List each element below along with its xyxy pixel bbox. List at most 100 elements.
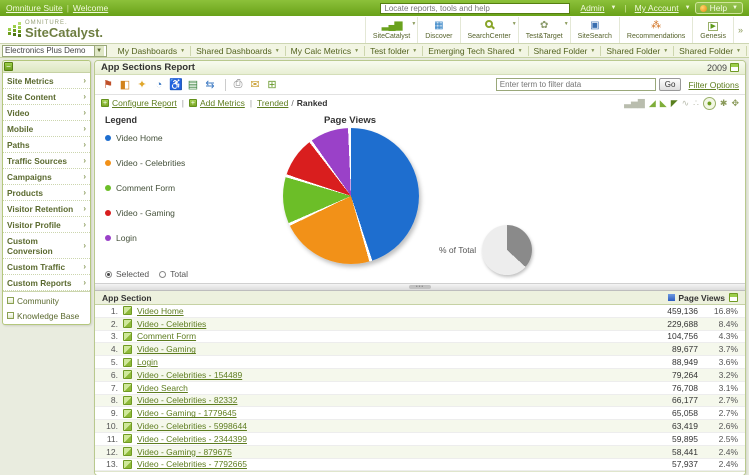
admin-menu[interactable]: Admin [580,3,604,13]
sidebar-item-visitor-profile[interactable]: Visitor Profile› [3,217,90,233]
report-builder-icon[interactable]: ⊞ [265,78,279,92]
bar-chart-icon[interactable]: ▃▅▇ [624,97,645,109]
exchange-icon[interactable]: ⇆ [203,78,217,92]
collapse-sidebar-button[interactable]: − [4,62,13,71]
calendar-icon[interactable] [730,63,739,72]
legend-item-video-gaming[interactable]: Video - Gaming [105,208,243,218]
sidebar-item-custom-traffic[interactable]: Custom Traffic› [3,259,90,275]
pie-chart[interactable] [283,128,419,264]
suite-button-sitesearch[interactable]: ▣ SiteSearch [570,17,619,43]
suite-button-sitecatalyst[interactable]: ▂▄▆ SiteCatalyst ▼ [365,17,417,43]
welcome-link[interactable]: Welcome [73,3,108,13]
email-icon[interactable]: ✉ [248,78,262,92]
row-link[interactable]: Video - Gaming [137,344,196,354]
table-row[interactable]: 7.Video Search76,7083.1% [95,382,745,395]
table-row[interactable]: 11.Video - Celebrities - 234439959,8952.… [95,433,745,446]
legend-item-comment-form[interactable]: Comment Form [105,183,243,193]
row-link[interactable]: Video Search [137,383,188,393]
folder-menu-test-folder-3[interactable]: Test folder▼ [365,46,423,56]
print-icon[interactable]: ⎙ [231,78,245,92]
pie-chart-icon[interactable]: ● [703,97,716,110]
folder-menu-shared-dashboards-1[interactable]: Shared Dashboards▼ [191,46,286,56]
sidebar-item-traffic-sources[interactable]: Traffic Sources› [3,153,90,169]
table-row[interactable]: 4.Video - Gaming89,6773.7% [95,343,745,356]
report-suite-selector[interactable]: Electronics Plus Demo ▼ [2,45,107,57]
folder-menu-emerging-tech-shared-4[interactable]: Emerging Tech Shared▼ [423,46,528,56]
sidebar-item-knowledge-base[interactable]: Knowledge Base [3,308,90,323]
scatter-chart-icon[interactable]: ∴ [693,97,699,109]
table-row[interactable]: 1.Video Home459,13616.8% [95,305,745,318]
folder-menu-my-calc-metrics-2[interactable]: My Calc Metrics▼ [286,46,365,56]
go-button[interactable]: Go [659,78,682,91]
global-search-input[interactable] [380,3,570,14]
stacked-area-chart-icon[interactable]: ◤ [671,97,678,109]
accessibility-icon[interactable]: ♿ [169,78,183,92]
row-link[interactable]: Video - Gaming - 879675 [137,447,232,457]
line-chart-icon[interactable]: ∿ [682,97,690,109]
sidebar-item-custom-conversion[interactable]: Custom Conversion› [3,233,90,259]
chart-table-splitter[interactable]: ••• [95,283,745,291]
suite-button-genesis[interactable]: ▶ Genesis [692,17,734,43]
table-row[interactable]: 5.Login88,9493.6% [95,356,745,369]
row-link[interactable]: Video - Celebrities - 5998644 [137,421,247,431]
sidebar-item-paths[interactable]: Paths› [3,137,90,153]
sidebar-item-site-metrics[interactable]: Site Metrics› [3,73,90,89]
more-chevron-icon[interactable]: » [738,25,743,35]
configure-report-link[interactable]: Configure Report [112,98,177,108]
sidebar-item-site-content[interactable]: Site Content› [3,89,90,105]
table-row[interactable]: 3.Comment Form104,7564.3% [95,331,745,344]
table-row[interactable]: 6.Video - Celebrities - 15448979,2643.2% [95,369,745,382]
suite-button-recommendations[interactable]: ⁂ Recommendations [619,17,692,43]
row-link[interactable]: Video - Celebrities - 2344399 [137,434,247,444]
dashboard-icon[interactable]: ◧ [118,78,132,92]
total-radio[interactable] [159,271,166,278]
row-link[interactable]: Video - Gaming - 1779645 [137,408,237,418]
add-metrics-link[interactable]: Add Metrics [200,98,245,108]
table-row[interactable]: 8.Video - Celebrities - 8233266,1772.7% [95,395,745,408]
sidebar-item-mobile[interactable]: Mobile› [3,121,90,137]
omniture-suite-link[interactable]: Omniture Suite [6,3,63,13]
row-link[interactable]: Video - Celebrities - 7792665 [137,459,247,469]
table-row[interactable]: 13.Video - Celebrities - 779266557,9372.… [95,459,745,472]
sidebar-item-custom-reports[interactable]: Custom Reports› [3,275,90,291]
sidebar-item-visitor-retention[interactable]: Visitor Retention› [3,201,90,217]
help-button[interactable]: Help ▼ [695,2,743,14]
ranked-label[interactable]: Ranked [297,98,328,108]
legend-item-video-home[interactable]: Video Home [105,133,243,143]
excel-icon[interactable]: ▤ [186,78,200,92]
trended-link[interactable]: Trended [257,98,288,108]
row-link[interactable]: Login [137,357,158,367]
suite-button-testandtarget[interactable]: ✿ Test&Target ▼ [518,17,570,43]
sidebar-item-community[interactable]: Community [3,293,90,308]
row-link[interactable]: Video - Celebrities - 82332 [137,395,238,405]
settings-gear-icon[interactable]: ✱ [720,97,728,109]
suite-button-searchcenter[interactable]: SearchCenter ▼ [460,17,518,43]
row-link[interactable]: Comment Form [137,331,196,341]
folder-menu-my-dashboards-0[interactable]: My Dashboards▼ [113,46,191,56]
bookmark-icon[interactable]: ⚑ [101,78,115,92]
expand-icon[interactable]: ✥ [731,97,739,109]
sidebar-item-video[interactable]: Video› [3,105,90,121]
selected-radio[interactable] [105,271,112,278]
folder-menu-shared-folder-7[interactable]: Shared Folder▼ [674,46,747,56]
filter-input[interactable] [496,78,656,91]
splitter-handle-icon[interactable]: ••• [409,285,431,289]
row-link[interactable]: Video - Celebrities - 154489 [137,370,242,380]
alert-icon[interactable]: ✦ [135,78,149,92]
folder-menu-shared-folder-5[interactable]: Shared Folder▼ [529,46,602,56]
table-row[interactable]: 2.Video - Celebrities229,6888.4% [95,318,745,331]
legend-item-video-celebrities[interactable]: Video - Celebrities [105,158,243,168]
column-page-views[interactable]: Page Views [678,293,725,303]
schedule-icon[interactable]: ◔ [152,78,166,92]
row-link[interactable]: Video Home [137,306,184,316]
trend-chart-icon[interactable]: ◢ [649,97,656,109]
sidebar-item-products[interactable]: Products› [3,185,90,201]
folder-menu-shared-folder-6[interactable]: Shared Folder▼ [601,46,674,56]
row-link[interactable]: Video - Celebrities [137,319,206,329]
report-date-range[interactable]: 2009 [707,63,727,73]
table-row[interactable]: 9.Video - Gaming - 177964565,0582.7% [95,407,745,420]
area-chart-icon[interactable]: ◣ [660,97,667,109]
my-account-menu[interactable]: My Account [635,3,679,13]
suite-button-discover[interactable]: ▦ Discover [417,17,459,43]
table-row[interactable]: 12.Video - Gaming - 87967558,4412.4% [95,446,745,459]
